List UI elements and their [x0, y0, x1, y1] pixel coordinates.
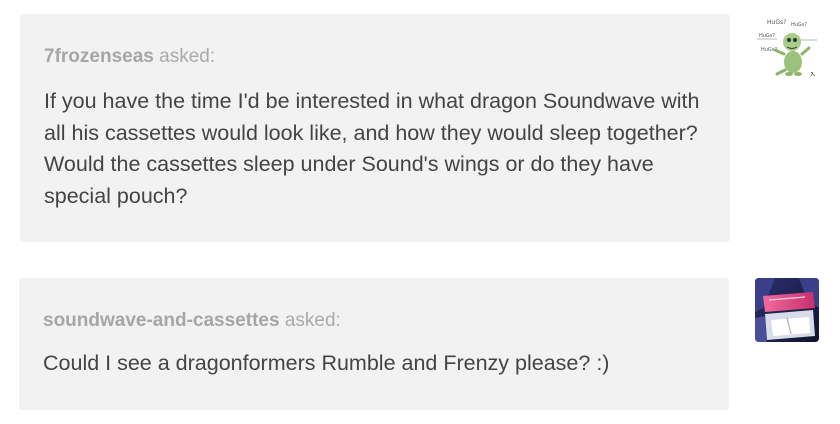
- green-dinosaur-hugs-avatar-icon: HuGs? HuGs? HuGs? HuGs?: [755, 14, 819, 78]
- asker-line: 7frozenseas asked:: [44, 44, 706, 70]
- avatar-hugs-text: HuGs?: [767, 19, 786, 26]
- ask-box: 7frozenseas asked: If you have the time …: [20, 14, 730, 242]
- question-text: Could I see a dragonformers Rumble and F…: [43, 351, 610, 375]
- asker-avatar[interactable]: HuGs? HuGs? HuGs? HuGs?: [755, 14, 819, 78]
- soundwave-visor-avatar-icon: [755, 278, 819, 342]
- asker-line: soundwave-and-cassettes asked:: [43, 308, 705, 334]
- ask-feed: 7frozenseas asked: If you have the time …: [0, 0, 840, 424]
- asked-label: asked:: [159, 46, 216, 67]
- avatar-hugs-text: HuGs?: [791, 22, 807, 28]
- ask-box: soundwave-and-cassettes asked: Could I s…: [19, 278, 729, 410]
- question-text: If you have the time I'd be interested i…: [44, 89, 700, 208]
- asker-avatar[interactable]: [755, 278, 819, 342]
- asked-label: asked:: [284, 310, 341, 331]
- asker-name-link[interactable]: soundwave-and-cassettes: [43, 310, 280, 331]
- avatar-hugs-text: HuGs?: [759, 33, 775, 39]
- asker-name-link[interactable]: 7frozenseas: [44, 46, 154, 67]
